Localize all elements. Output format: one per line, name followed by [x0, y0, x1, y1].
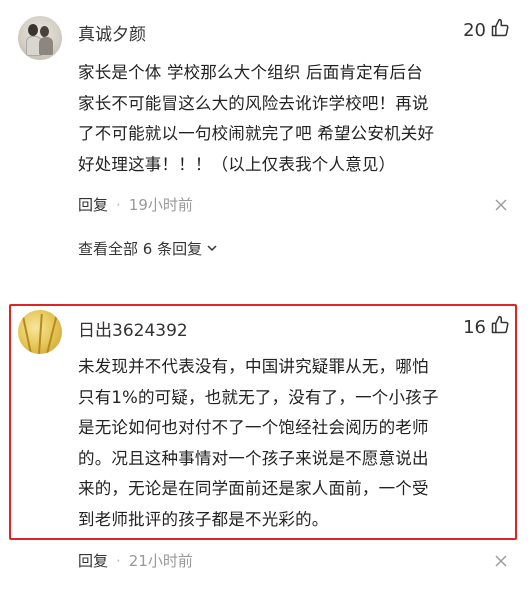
comment-line: 来的，无论是在同学面前还是家人面前，一个受 [78, 479, 429, 498]
comment-text: 未发现并不代表没有，中国讲究疑罪从无，哪怕 只有1%的可疑，也就无了，没有了，一… [78, 352, 508, 535]
avatar[interactable] [18, 310, 62, 354]
comment-line: 家长不可能冒这么大的风险去讹诈学校吧！再说 [78, 93, 429, 113]
comment-line: 了不可能就以一句校闹就完了吧 希望公安机关好 [78, 124, 435, 143]
comment-line: 到老师批评的孩子都是不光彩的。 [78, 509, 329, 529]
comment-text: 家长是个体 学校那么大个组织 后面肯定有后台 家长不可能冒这么大的风险去讹诈学校… [78, 58, 508, 180]
view-all-label: 查看全部 6 条回复 [78, 240, 203, 258]
separator-dot: · [116, 551, 121, 570]
timestamp: 21小时前 [128, 552, 193, 570]
like-count: 20 [463, 20, 486, 41]
comment-line: 好处理这事！！！（以上仅表我个人意见） [78, 154, 396, 174]
separator-dot: · [116, 195, 121, 214]
comment-line: 是无论如何也对付不了一个饱经社会阅历的老师 [78, 418, 429, 437]
comment-line: 的。况且这种事情对一个孩子来说是不愿意说出 [78, 448, 429, 468]
comment-meta: 回复 · 21小时前 [78, 550, 193, 571]
comment-line: 只有1%的可疑，也就无了，没有了，一个小孩子 [78, 387, 439, 407]
thumbs-up-icon [490, 18, 510, 43]
username[interactable]: 真诚夕颜 [78, 20, 146, 45]
avatar[interactable] [18, 16, 62, 60]
comment-meta: 回复 · 19小时前 [78, 194, 193, 215]
close-icon[interactable] [494, 197, 508, 211]
comment-line: 家长是个体 学校那么大个组织 后面肯定有后台 [78, 63, 423, 82]
reply-button[interactable]: 回复 [78, 550, 108, 571]
thumbs-up-icon [490, 315, 510, 340]
view-all-replies-link[interactable]: 查看全部 6 条回复 [78, 238, 218, 259]
like-button[interactable]: 20 [463, 18, 510, 43]
like-button[interactable]: 16 [463, 315, 510, 340]
close-icon[interactable] [494, 553, 508, 567]
username[interactable]: 日出3624392 [78, 316, 188, 341]
reply-button[interactable]: 回复 [78, 194, 108, 215]
chevron-down-icon [206, 240, 218, 258]
like-count: 16 [463, 317, 486, 338]
comment-line: 未发现并不代表没有，中国讲究疑罪从无，哪怕 [78, 357, 429, 376]
timestamp: 19小时前 [128, 196, 193, 214]
